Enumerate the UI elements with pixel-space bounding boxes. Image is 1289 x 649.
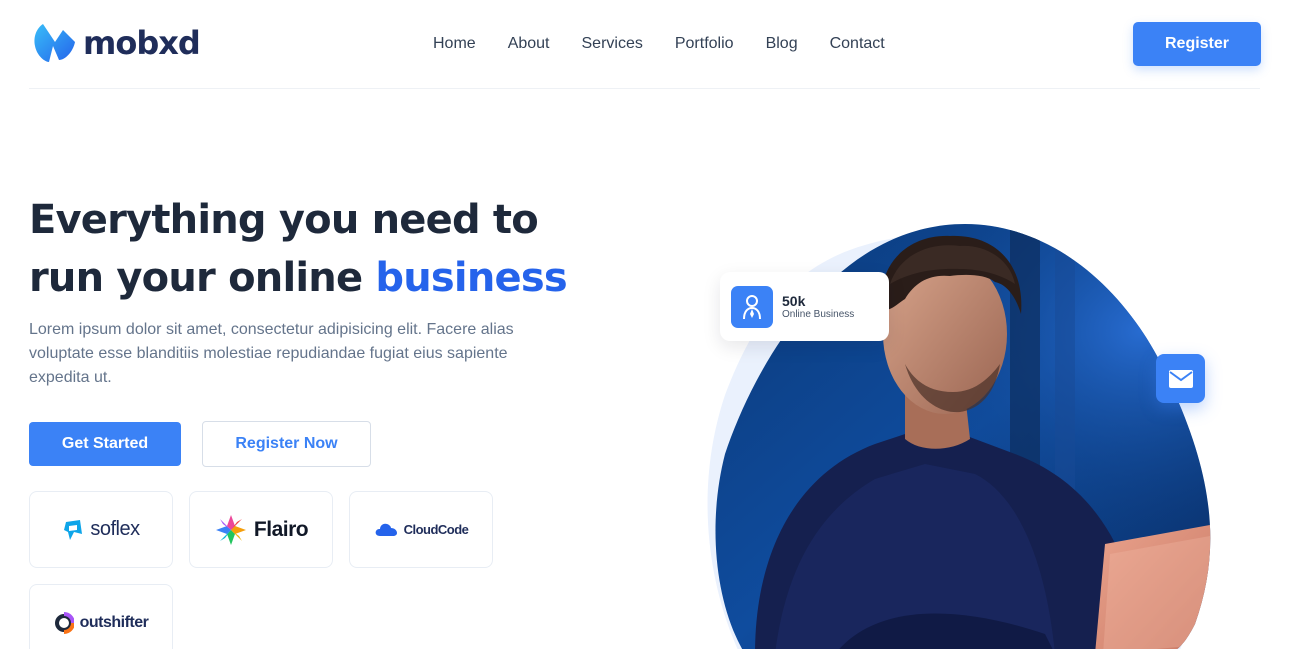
partner-name-flairo: Flairo — [253, 517, 309, 541]
hero-title-line2: run your online — [29, 255, 376, 301]
register-button[interactable]: Register — [1133, 22, 1261, 66]
stat-value: 50k — [782, 293, 806, 309]
hero-title: Everything you need to run your online b… — [29, 191, 589, 307]
brand-name: mobxd — [83, 24, 201, 62]
hero-title-accent: business — [375, 255, 567, 301]
mail-button[interactable] — [1156, 354, 1205, 403]
get-started-button[interactable]: Get Started — [29, 422, 181, 466]
stat-label: Online Business — [782, 309, 855, 320]
partner-name-soflex: soflex — [90, 518, 140, 540]
partner-card-cloudcode[interactable]: CloudCode — [349, 491, 493, 568]
partner-card-soflex[interactable]: soflex — [29, 491, 173, 568]
hero-description: Lorem ipsum dolor sit amet, consectetur … — [29, 321, 514, 386]
register-now-button[interactable]: Register Now — [202, 421, 371, 467]
nav-portfolio[interactable]: Portfolio — [675, 34, 734, 54]
mail-icon — [1168, 369, 1193, 388]
nav-services[interactable]: Services — [582, 34, 643, 54]
partner-card-outshifter[interactable]: outshifter — [29, 584, 173, 649]
stat-card: 50k Online Business — [720, 272, 889, 341]
nav-contact[interactable]: Contact — [830, 34, 885, 54]
partner-name-outshifter: outshifter — [79, 613, 149, 631]
nav-home[interactable]: Home — [433, 34, 476, 54]
nav-about[interactable]: About — [508, 34, 550, 54]
header-divider — [29, 88, 1260, 89]
hero-title-line1: Everything you need to — [29, 197, 539, 243]
soflex-logo — [64, 519, 83, 540]
site-header: mobxd Home About Services Portfolio Blog… — [0, 0, 1289, 89]
cloudcode-logo — [375, 523, 397, 536]
mobxd-logo-icon — [34, 24, 75, 62]
nav-blog[interactable]: Blog — [766, 34, 798, 54]
outshifter-logo — [54, 611, 74, 634]
partner-name-cloudcode: CloudCode — [403, 522, 469, 537]
main-nav: Home About Services Portfolio Blog Conta… — [433, 34, 885, 54]
partner-card-flairo[interactable]: Flairo — [189, 491, 333, 568]
user-icon — [731, 286, 773, 328]
flairo-logo — [215, 514, 246, 545]
brand-logo[interactable]: mobxd — [33, 22, 201, 64]
